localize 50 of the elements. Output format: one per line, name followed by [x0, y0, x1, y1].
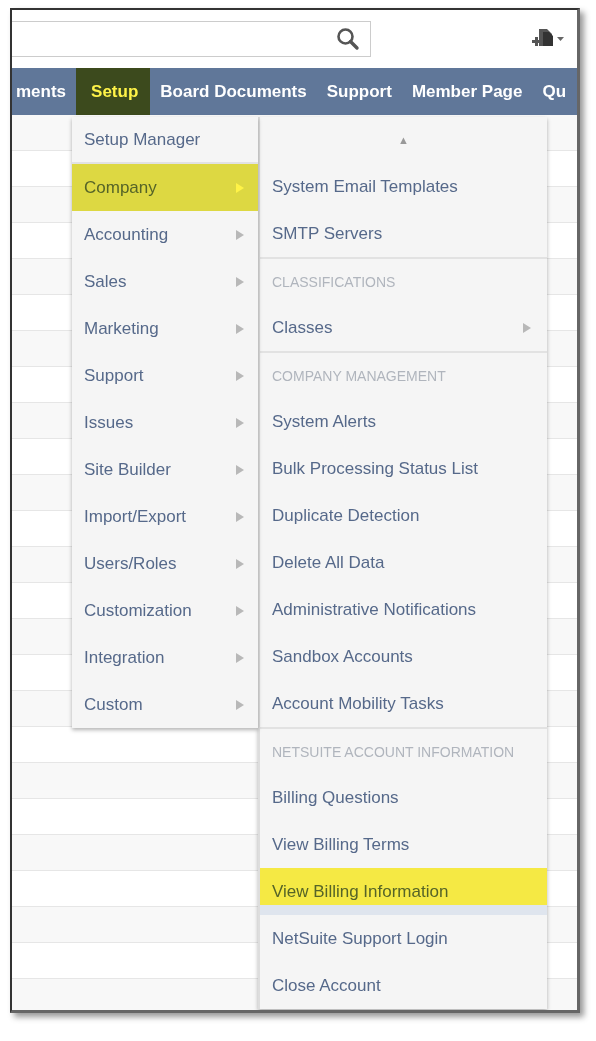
submenu-arrow-icon — [523, 322, 531, 333]
submenu-arrow-icon — [236, 370, 244, 381]
nav-tab[interactable]: Support — [316, 68, 402, 115]
menu-item[interactable]: Account Mobility Tasks — [260, 680, 547, 727]
menu-item[interactable]: Import/Export — [72, 493, 258, 540]
menu-item[interactable]: Bulk Processing Status List — [260, 445, 547, 492]
menu-item[interactable]: Issues — [72, 399, 258, 446]
submenu-arrow-icon — [236, 417, 244, 428]
menu-item[interactable]: System Email Templates — [260, 163, 547, 210]
submenu-arrow-icon — [236, 464, 244, 475]
search-field[interactable] — [12, 21, 371, 57]
menu-item[interactable]: System Alerts — [260, 398, 547, 445]
menu-item[interactable]: Sales — [72, 258, 258, 305]
section-header: COMPANY MANAGEMENT — [272, 367, 446, 384]
menu-item[interactable]: Site Builder — [72, 446, 258, 493]
submenu-arrow-icon — [236, 558, 244, 569]
menu-item[interactable]: View Billing Terms — [260, 821, 547, 868]
menu-item[interactable]: Marketing — [72, 305, 258, 352]
menu-item[interactable]: Company — [72, 164, 258, 211]
menu-item[interactable]: Integration — [72, 634, 258, 681]
submenu-arrow-icon — [236, 511, 244, 522]
nav-tab[interactable]: Board Documents — [150, 68, 317, 115]
section-header: NETSUITE ACCOUNT INFORMATION — [272, 743, 515, 760]
nav-tab[interactable]: ments — [12, 68, 77, 115]
menu-item[interactable]: NetSuite Support Login — [260, 915, 547, 962]
submenu-arrow-icon — [236, 229, 244, 240]
menu-item[interactable]: Customization — [72, 587, 258, 634]
menu-item[interactable]: Close Account — [260, 962, 547, 1009]
nav-tab[interactable]: Qu — [532, 68, 577, 115]
submenu-arrow-icon — [236, 605, 244, 616]
nav-tab[interactable]: Member Page — [401, 68, 533, 115]
menu-item[interactable]: Accounting — [72, 211, 258, 258]
submenu-arrow-icon — [236, 276, 244, 287]
menu-item[interactable]: Custom — [72, 681, 258, 728]
menu-item[interactable]: Delete All Data — [260, 539, 547, 586]
menu-item[interactable]: Duplicate Detection — [260, 492, 547, 539]
submenu-arrow-icon — [236, 323, 244, 334]
menu-item[interactable]: SMTP Servers — [260, 210, 547, 257]
menu-item[interactable]: View Billing Information — [260, 868, 547, 915]
menu-item[interactable]: Sandbox Accounts — [260, 633, 547, 680]
search-icon[interactable] — [336, 27, 360, 51]
menu-item[interactable]: Billing Questions — [260, 774, 547, 821]
menu-item[interactable]: Users/Roles — [72, 540, 258, 587]
submenu-arrow-icon — [236, 699, 244, 710]
menu-item[interactable]: Support — [72, 352, 258, 399]
menu-item[interactable]: Administrative Notifications — [260, 586, 547, 633]
section-header: CLASSIFICATIONS — [272, 273, 396, 290]
menu-item[interactable]: Classes — [260, 304, 547, 351]
submenu-arrow-icon — [236, 652, 244, 663]
nav-tab[interactable]: Setup — [76, 68, 151, 115]
